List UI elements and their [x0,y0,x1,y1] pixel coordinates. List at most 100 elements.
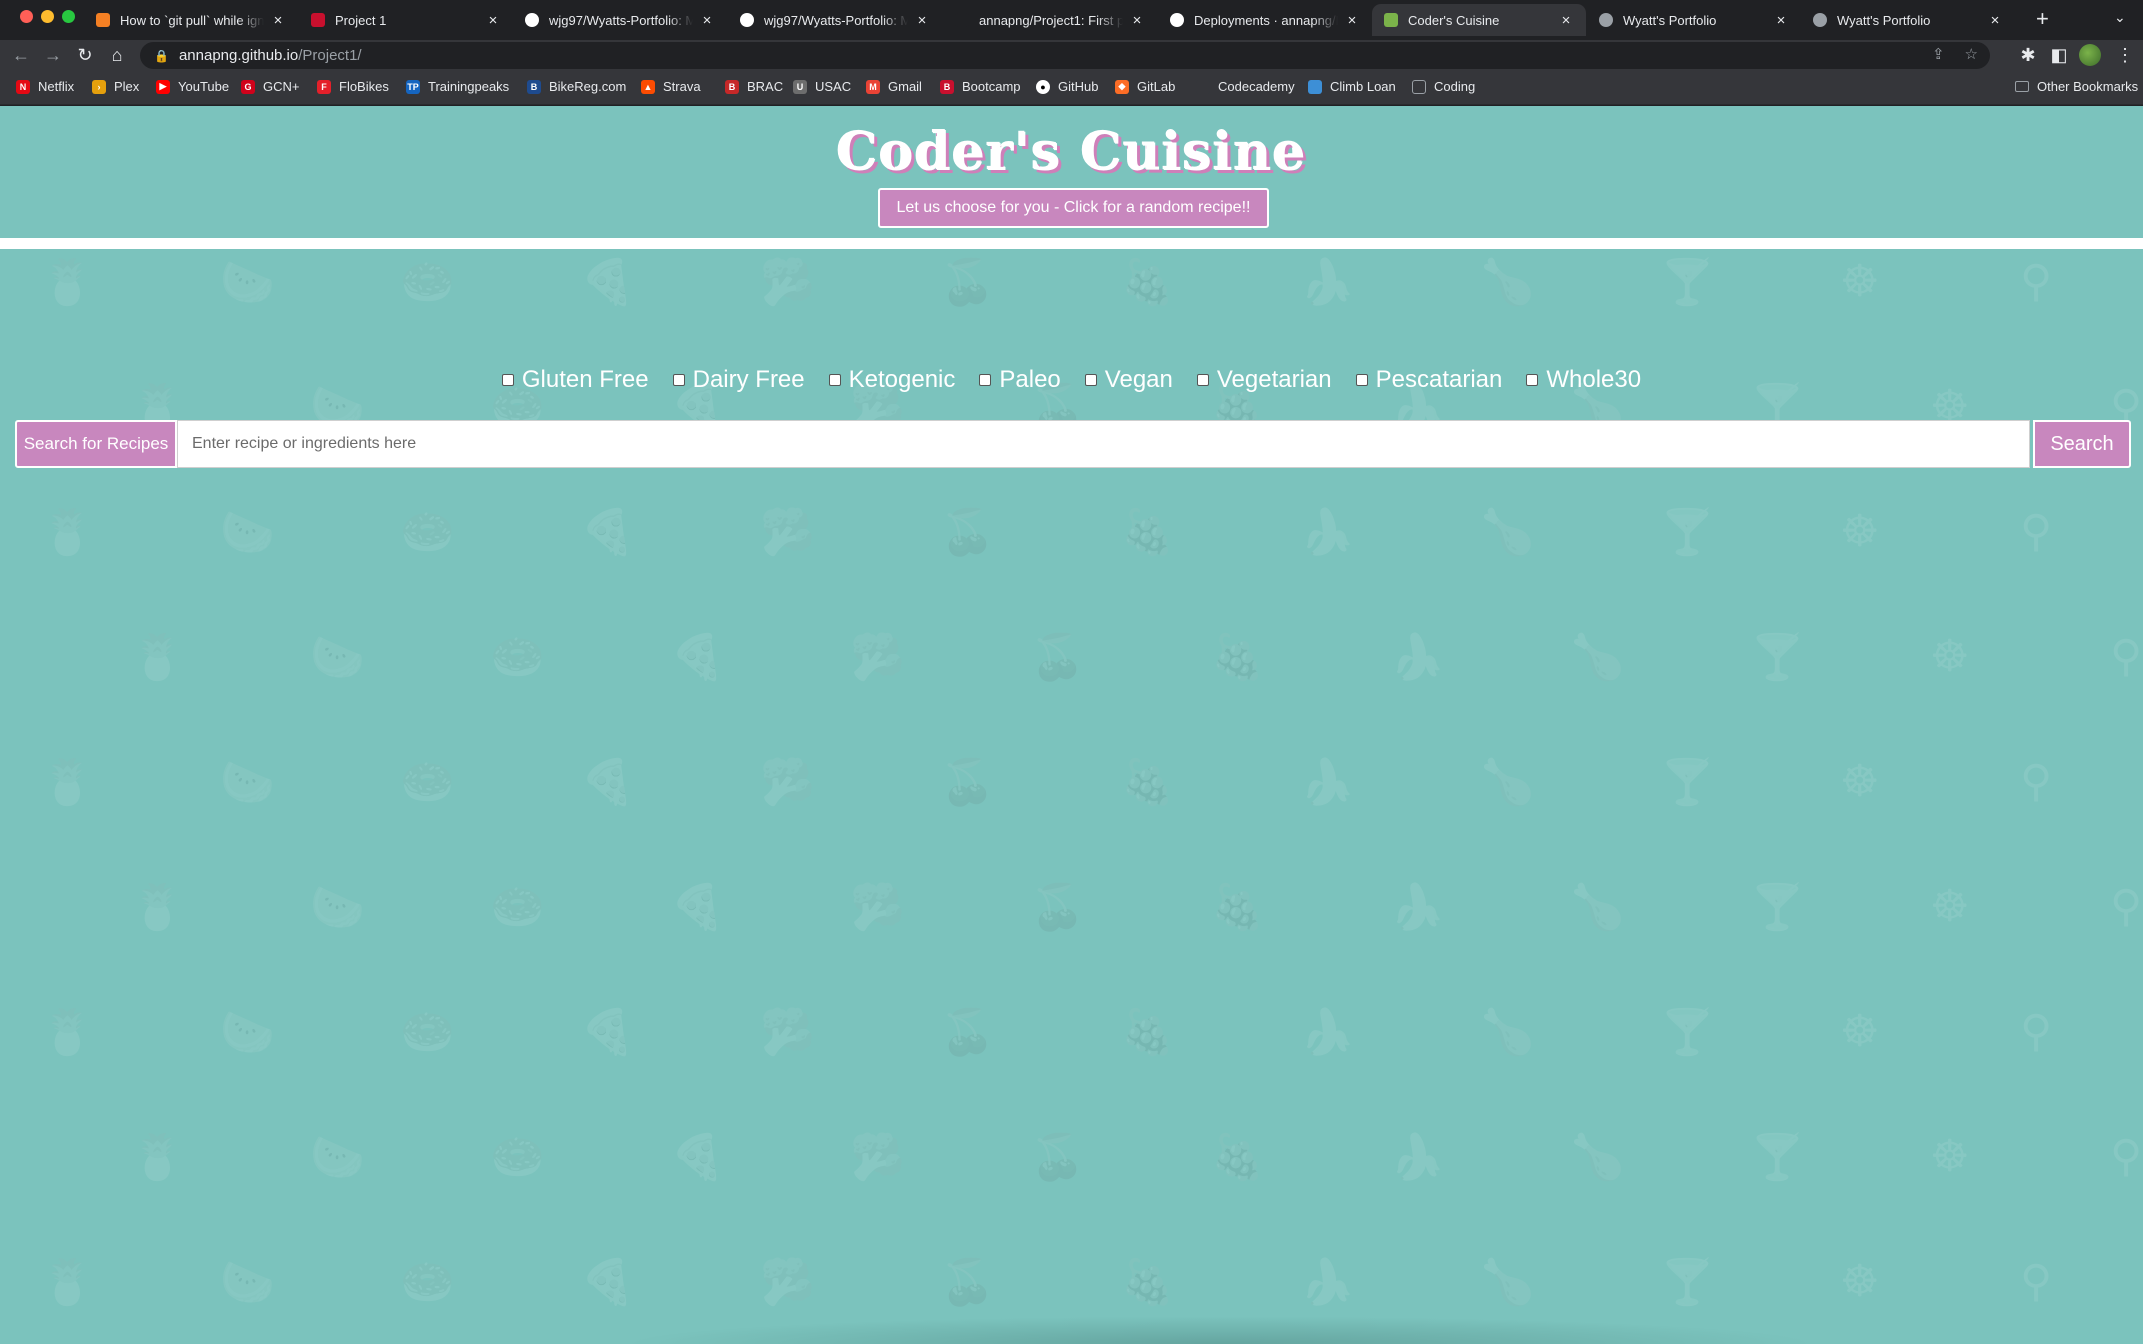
diet-filter-vegan[interactable]: Vegan [1084,366,1173,394]
bookmark-item[interactable]: ◆ GitLab [1115,79,1175,94]
bookmark-item[interactable]: ▲ Strava [641,79,701,94]
bookmark-item[interactable]: B BikeReg.com [527,79,626,94]
bookmark-item[interactable]: › Plex [92,79,139,94]
reload-icon[interactable]: ↻ [74,44,96,66]
browser-tab[interactable]: annapng/Project1: First proj × [943,4,1157,36]
pizza-doodle-icon: 🍕 [580,1257,635,1308]
grill-doodle-icon: ⚲ [2020,756,2053,807]
browser-tab[interactable]: How to `git pull` while ignoring × [84,4,298,36]
bookmark-item[interactable]: M Gmail [866,79,922,94]
other-bookmarks-label: Other Bookmarks [2037,79,2139,94]
cherries-doodle-icon: 🍒 [940,257,995,308]
browser-tab[interactable]: Project 1 × [299,4,513,36]
strava-icon: ▲ [641,79,655,94]
close-tab-icon[interactable]: × [270,12,286,29]
close-tab-icon[interactable]: × [1344,12,1360,29]
cocktail-doodle-icon: 🍸 [1660,757,1715,808]
browser-tab[interactable]: Deployments · annapng/Pr × [1158,4,1372,36]
lemon-slice-doodle-icon: ☸ [1930,1131,1970,1182]
url-path: /Project1/ [298,47,362,64]
site-header: Coder's Cuisine Let us choose for you - … [0,106,2143,238]
diet-filter-whole30[interactable]: Whole30 [1526,366,1641,394]
browser-tab[interactable]: wjg97/Wyatts-Portfolio: My × [513,4,727,36]
side-panel-icon[interactable]: ◧ [2048,44,2070,66]
close-tab-icon[interactable]: × [485,12,501,29]
extensions-puzzle-icon[interactable]: ✱ [2017,44,2039,66]
bookmark-item[interactable]: ● GitHub [1036,79,1098,94]
bookmark-star-icon[interactable]: ☆ [1965,45,1978,63]
bookmark-item[interactable]: N Netflix [16,79,74,94]
filter-checkbox[interactable] [1084,374,1097,386]
diet-filter-vegetarian[interactable]: Vegetarian [1196,366,1332,394]
filter-checkbox[interactable] [828,374,841,386]
bookmark-item[interactable]: Climb Loan [1308,79,1396,94]
lock-icon[interactable]: 🔒 [154,49,169,63]
random-recipe-button[interactable]: Let us choose for you - Click for a rand… [878,188,1269,228]
diet-filter-dairy-free[interactable]: Dairy Free [672,366,805,394]
watermelon-doodle-icon: 🍉 [220,257,275,308]
diet-filter-ketogenic[interactable]: Ketogenic [828,366,955,394]
github-icon: ● [1036,79,1050,94]
profile-avatar[interactable] [2079,44,2101,66]
close-tab-icon[interactable]: × [1129,12,1145,29]
broccoli-doodle-icon: 🥦 [850,882,905,933]
filter-checkbox[interactable] [501,374,514,386]
browser-tab[interactable]: Wyatt's Portfolio × [1587,4,1801,36]
close-tab-icon[interactable]: × [1773,12,1789,29]
pizza-doodle-icon: 🍕 [580,757,635,808]
bookmark-item[interactable]: U USAC [793,79,851,94]
lemon-slice-doodle-icon: ☸ [1930,631,1970,682]
close-window-button[interactable] [20,10,33,23]
lemon-slice-doodle-icon: ☸ [1840,1006,1880,1057]
filter-checkbox[interactable] [672,374,685,386]
bookmark-label: USAC [815,79,852,94]
bookmark-item[interactable]: B Bootcamp [940,79,1021,94]
filter-checkbox[interactable] [1526,374,1539,386]
tab-search-chevron-icon[interactable]: ⌄ [2114,9,2126,26]
browser-tab[interactable]: Wyatt's Portfolio × [1801,4,2015,36]
pineapple-doodle-icon: 🍍 [130,632,185,683]
browser-tab[interactable]: Coder's Cuisine × [1372,4,1586,36]
page-content: 🍍 🍉 🍩 🍕 🥦 🍒 🍇 🍌 🍗 🍸 ☸ ⚲ 🍍 🍉 🍩 🍕 🥦 🍒 🍇 🍌 🍗 🍸 ☸ ⚲ 🍍 🍉 🍩 🍕 🥦 🍒 🍇 🍌 🍗 🍸 ☸ ⚲ 🍍 🍉 🍩 🍕… [0,106,2143,1344]
close-tab-icon[interactable]: × [699,12,715,29]
bookmark-label: Climb Loan [1330,79,1396,94]
filter-checkbox[interactable] [1196,374,1209,386]
close-tab-icon[interactable]: × [1558,12,1574,29]
codecademy-icon [1196,79,1210,94]
tab-title: annapng/Project1: First proj [979,12,1123,28]
search-button[interactable]: Search [2033,420,2131,468]
bookmark-item[interactable]: ▶ YouTube [156,79,229,94]
close-tab-icon[interactable]: × [1987,12,2003,29]
bookmarks-bar: N Netflix › Plex ▶ YouTube G GCN+ F FloBikes TP Tra… [0,70,2143,105]
address-bar[interactable]: 🔒 annapng.github.io/Project1/ ⇪ ☆ [140,42,1990,69]
home-icon[interactable]: ⌂ [106,44,128,66]
bookmark-item[interactable]: F FloBikes [317,79,389,94]
bookmark-item[interactable]: Codecademy [1196,79,1295,94]
forward-arrow-icon[interactable]: → [42,44,64,66]
github-icon [525,13,539,27]
bookmark-item[interactable]: G GCN+ [241,79,299,94]
bookmark-item[interactable]: ▭ Coding [1412,79,1475,94]
filter-checkbox[interactable] [1355,374,1368,386]
diet-filter-paleo[interactable]: Paleo [979,366,1061,394]
diet-filter-gluten-free[interactable]: Gluten Free [501,366,649,394]
bookmark-item[interactable]: TP Trainingpeaks [406,79,509,94]
recipe-search-input[interactable] [177,420,2030,468]
cherries-doodle-icon: 🍒 [940,1257,995,1308]
browser-tab[interactable]: wjg97/Wyatts-Portfolio: My × [728,4,942,36]
diet-filter-pescatarian[interactable]: Pescatarian [1355,366,1502,394]
bookmark-item[interactable]: B BRAC [725,79,783,94]
other-bookmarks-folder[interactable]: Other Bookmarks [2015,79,2138,94]
donut-doodle-icon: 🍩 [490,1132,545,1183]
browser-menu-icon[interactable]: ⋮ [2114,44,2136,66]
cocktail-doodle-icon: 🍸 [1750,1132,1805,1183]
minimize-window-button[interactable] [41,10,54,23]
share-icon[interactable]: ⇪ [1932,45,1945,63]
new-tab-button[interactable]: + [2036,7,2049,31]
filter-checkbox[interactable] [979,374,992,386]
back-arrow-icon[interactable]: ← [10,44,32,66]
globe-icon [1599,13,1613,27]
watermelon-doodle-icon: 🍉 [220,757,275,808]
maximize-window-button[interactable] [62,10,75,23]
close-tab-icon[interactable]: × [914,12,930,29]
